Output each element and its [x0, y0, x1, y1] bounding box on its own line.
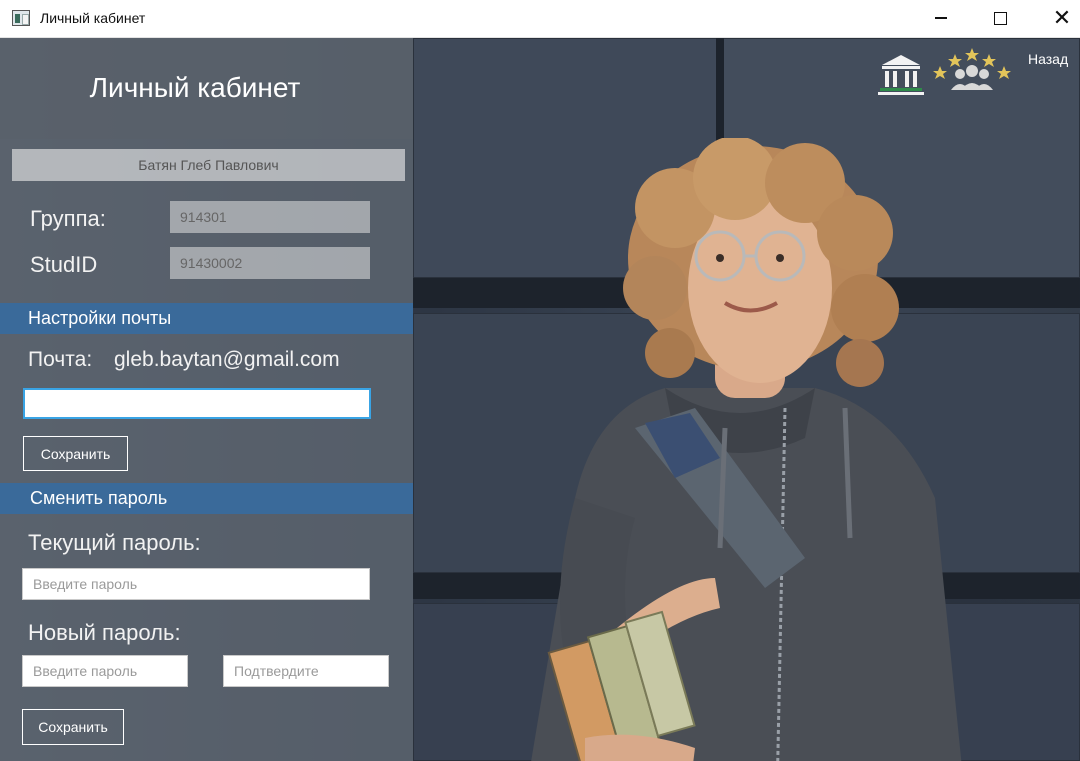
studid-field: 91430002: [170, 247, 370, 279]
group-field: 914301: [170, 201, 370, 233]
studid-label: StudID: [30, 252, 98, 277]
university-building-icon[interactable]: [876, 52, 926, 96]
group-label: Группа:: [30, 206, 106, 231]
save-password-button[interactable]: Сохранить: [22, 709, 124, 745]
password-settings-header: Сменить пароль: [0, 483, 413, 514]
minimize-button[interactable]: [918, 0, 964, 36]
student-person-image: [531, 138, 962, 761]
close-button[interactable]: ✕: [1039, 0, 1080, 36]
mail-label: Почта:: [28, 348, 93, 371]
maximize-icon: [993, 11, 1007, 25]
profile-panel: Личный кабинет Батян Глеб Павлович Групп…: [0, 38, 413, 761]
minimize-icon: [935, 17, 947, 19]
mail-settings-header: Настройки почты: [0, 303, 413, 334]
page-title: Личный кабинет: [89, 72, 301, 103]
maximize-button[interactable]: [977, 0, 1023, 36]
password-settings-title: Сменить пароль: [30, 488, 168, 508]
back-link[interactable]: Назад: [1028, 51, 1068, 67]
window-title: Личный кабинет: [40, 10, 146, 26]
current-password-input[interactable]: [22, 568, 370, 600]
new-password-input[interactable]: [22, 655, 188, 687]
current-email: gleb.baytan@gmail.com: [114, 348, 340, 371]
stars-group-icon[interactable]: [930, 46, 1012, 92]
new-email-input[interactable]: [23, 388, 371, 419]
full-name-field: Батян Глеб Павлович: [12, 149, 405, 181]
close-icon: ✕: [1052, 5, 1072, 30]
current-password-label: Текущий пароль:: [28, 530, 201, 555]
mail-settings-title: Настройки почты: [28, 308, 172, 328]
save-email-button[interactable]: Сохранить: [23, 436, 128, 471]
new-password-label: Новый пароль:: [28, 620, 181, 645]
confirm-password-input[interactable]: [223, 655, 389, 687]
title-bar: Личный кабинет ✕: [0, 0, 1080, 38]
app-window-icon: [12, 10, 30, 26]
panel-header: Личный кабинет: [0, 38, 413, 139]
